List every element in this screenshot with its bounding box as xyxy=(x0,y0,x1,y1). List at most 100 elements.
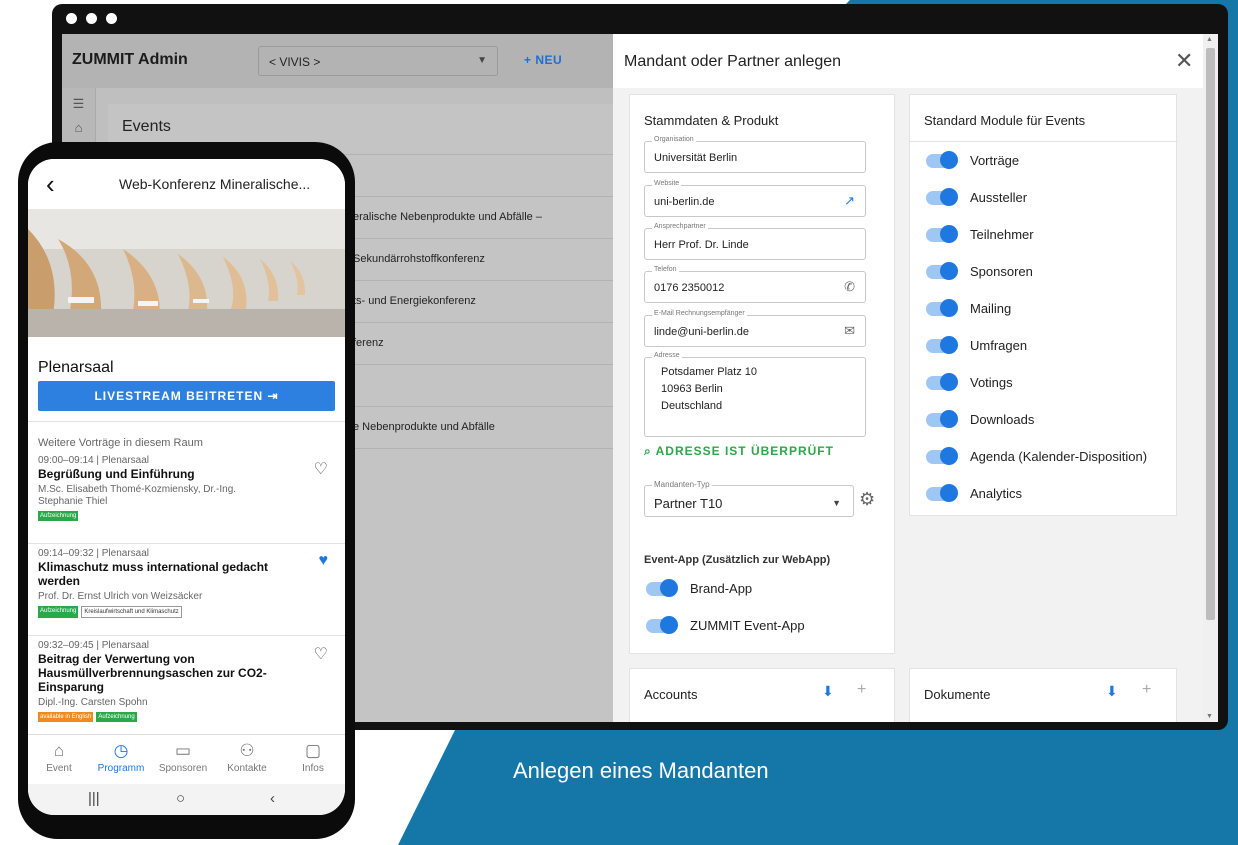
toggle-switch[interactable] xyxy=(926,446,958,465)
toggle-switch[interactable] xyxy=(926,298,958,317)
back-icon[interactable]: ‹ xyxy=(270,790,275,807)
external-link-icon[interactable]: ↗ xyxy=(844,193,855,209)
phone-icon[interactable]: ✆ xyxy=(844,279,855,295)
address-field[interactable]: Adresse Potsdamer Platz 10 10963 Berlin … xyxy=(644,352,866,437)
close-icon[interactable]: ✕ xyxy=(1175,48,1193,74)
talk-item[interactable]: 09:14–09:32 | Plenarsaal Klimaschutz mus… xyxy=(38,548,338,618)
heart-outline-icon[interactable]: ♡ xyxy=(314,644,328,664)
address-verified-button[interactable]: ⌕ ADRESSE IST ÜBERPRÜFT xyxy=(644,444,834,459)
add-icon[interactable]: + xyxy=(857,681,866,699)
room-title: Plenarsaal xyxy=(38,359,114,376)
nav-item-programm[interactable]: ◷ Programm xyxy=(90,741,152,774)
toggle-switch[interactable] xyxy=(926,335,958,354)
module-label: Downloads xyxy=(970,412,1035,427)
module-toggle-row[interactable]: Agenda (Kalender-Disposition) xyxy=(926,446,1147,465)
more-talks-label: Weitere Vorträge in diesem Raum xyxy=(38,437,203,449)
module-toggle-row[interactable]: Teilnehmer xyxy=(926,224,1034,243)
phone-label: Telefon xyxy=(652,266,679,273)
nav-label: Programm xyxy=(97,763,145,774)
modules-title: Standard Module für Events xyxy=(924,113,1086,128)
module-label: Aussteller xyxy=(970,190,1028,205)
home-icon[interactable]: ⌂ xyxy=(62,120,95,135)
window-controls xyxy=(66,13,117,24)
divider xyxy=(28,421,345,422)
livestream-button[interactable]: LIVESTREAM BEITRETEN ⇥ xyxy=(38,381,335,411)
nav-item-kontakte[interactable]: ⚇ Kontakte xyxy=(216,741,278,774)
nav-label: Infos xyxy=(302,763,324,774)
scroll-up-icon[interactable]: ▲ xyxy=(1206,36,1213,43)
window-dot[interactable] xyxy=(66,13,77,24)
home-circle-icon[interactable]: ○ xyxy=(176,790,185,807)
heart-outline-icon[interactable]: ♡ xyxy=(314,459,328,479)
drawer-header: Mandant oder Partner anlegen ✕ xyxy=(613,34,1203,88)
gear-icon[interactable]: ⚙ xyxy=(859,489,875,510)
module-label: Analytics xyxy=(970,486,1023,501)
window-dot[interactable] xyxy=(106,13,117,24)
menu-icon[interactable]: ☰ xyxy=(62,96,95,112)
module-toggle-row[interactable]: Mailing xyxy=(926,298,1011,317)
website-field[interactable]: Website uni-berlin.de ↗ xyxy=(644,180,866,217)
android-system-bar: ||| ○ ‹ xyxy=(28,784,345,815)
recent-apps-icon[interactable]: ||| xyxy=(88,790,100,807)
phone-screen: ‹ Web-Konferenz Mineralische... Plenarsa… xyxy=(28,159,345,815)
toggle-switch[interactable] xyxy=(926,224,958,243)
zummit-app-toggle-row[interactable]: ZUMMIT Event-App xyxy=(646,615,805,634)
billing-email-field[interactable]: E-Mail Rechnungsempfänger linde@uni-berl… xyxy=(644,310,866,347)
toggle-switch[interactable] xyxy=(926,372,958,391)
tenant-type-value: Partner T10 xyxy=(654,496,723,511)
nav-item-infos[interactable]: ▢ Infos xyxy=(282,741,344,774)
talk-item[interactable]: 09:00–09:14 | Plenarsaal Begrüßung und E… xyxy=(38,455,338,521)
billing-email-value: linde@uni-berlin.de xyxy=(654,326,749,338)
chat-icon: ▢ xyxy=(304,741,322,760)
toggle-switch[interactable] xyxy=(926,409,958,428)
module-toggle-row[interactable]: Sponsoren xyxy=(926,261,1033,280)
module-toggle-row[interactable]: Votings xyxy=(926,372,1013,391)
contact-person-field[interactable]: Ansprechpartner Herr Prof. Dr. Linde xyxy=(644,223,866,260)
module-label: Votings xyxy=(970,375,1013,390)
module-toggle-row[interactable]: Umfragen xyxy=(926,335,1027,354)
accounts-title: Accounts xyxy=(644,687,698,702)
brand-app-toggle-row[interactable]: Brand-App xyxy=(646,578,752,597)
module-toggle-row[interactable]: Vorträge xyxy=(926,150,1019,169)
organisation-value: Universität Berlin xyxy=(654,152,738,164)
tag-badge: Aufzeichnung xyxy=(96,712,137,722)
drawer-scrollbar[interactable]: ▲ ▼ xyxy=(1203,34,1218,722)
toggle-switch[interactable] xyxy=(926,483,958,502)
caption-text: Anlegen eines Mandanten xyxy=(513,758,769,783)
conference-hall-photo xyxy=(28,209,345,337)
phone-header: ‹ Web-Konferenz Mineralische... xyxy=(28,159,345,209)
talk-item[interactable]: 09:32–09:45 | Plenarsaal Beitrag der Ver… xyxy=(38,640,338,722)
tenant-select[interactable]: < VIVIS > ▼ xyxy=(258,46,498,76)
module-toggle-row[interactable]: Downloads xyxy=(926,409,1035,428)
download-icon[interactable]: ⬇ xyxy=(822,683,834,700)
download-icon[interactable]: ⬇ xyxy=(1106,683,1118,700)
nav-label: Sponsoren xyxy=(158,763,208,774)
heart-filled-icon[interactable]: ♥ xyxy=(319,552,329,570)
toggle-switch[interactable] xyxy=(646,578,678,597)
toggle-switch[interactable] xyxy=(926,150,958,169)
documents-title: Dokumente xyxy=(924,687,991,702)
back-icon[interactable]: ‹ xyxy=(46,169,55,200)
module-toggle-row[interactable]: Aussteller xyxy=(926,187,1028,206)
toggle-switch[interactable] xyxy=(646,615,678,634)
toggle-switch[interactable] xyxy=(926,261,958,280)
mail-icon[interactable]: ✉ xyxy=(844,323,855,339)
accounts-card: Accounts ⬇ + xyxy=(629,668,895,722)
phone-field[interactable]: Telefon 0176 2350012 ✆ xyxy=(644,266,866,303)
scroll-thumb[interactable] xyxy=(1206,48,1215,620)
scroll-down-icon[interactable]: ▼ xyxy=(1206,713,1213,720)
divider xyxy=(910,141,1178,142)
module-toggle-row[interactable]: Analytics xyxy=(926,483,1023,502)
new-button[interactable]: + NEU xyxy=(524,53,562,67)
tag-badge: Aufzeichnung xyxy=(38,511,79,521)
nav-item-event[interactable]: ⌂ Event xyxy=(28,741,90,774)
add-icon[interactable]: + xyxy=(1142,681,1151,699)
address-line: Potsdamer Platz 10 xyxy=(661,366,757,378)
tenant-type-select[interactable]: Mandanten-Typ Partner T10 ▼ xyxy=(644,480,854,517)
nav-item-sponsoren[interactable]: ▭ Sponsoren xyxy=(152,741,214,774)
toggle-switch[interactable] xyxy=(926,187,958,206)
talk-title: Begrüßung und Einführung xyxy=(38,467,195,481)
nav-label: Kontakte xyxy=(227,763,267,774)
organisation-field[interactable]: Organisation Universität Berlin xyxy=(644,136,866,173)
window-dot[interactable] xyxy=(86,13,97,24)
